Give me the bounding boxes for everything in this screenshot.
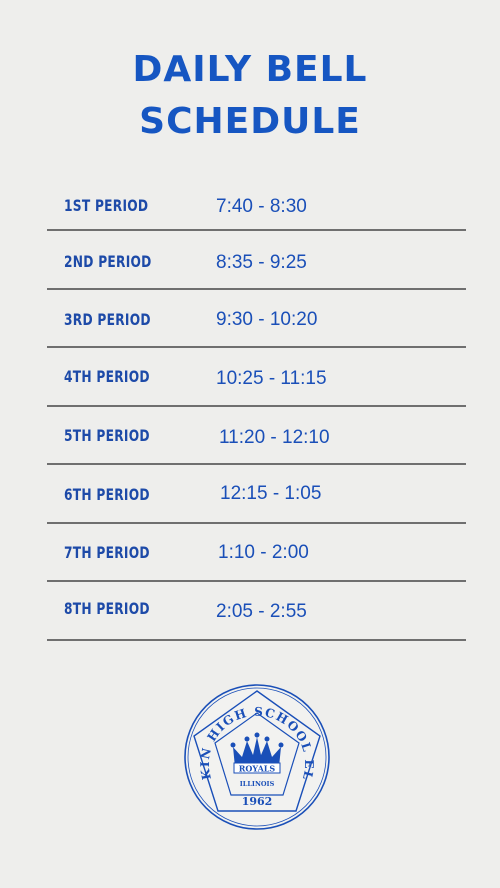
period-label: 6TH PERIOD (64, 485, 150, 504)
period-label: 8TH PERIOD (64, 599, 150, 618)
period-time: 11:20 - 12:10 (219, 427, 330, 448)
divider (47, 346, 466, 348)
period-time: 8:35 - 9:25 (216, 252, 307, 273)
seal-year-text: 1962 (242, 795, 273, 808)
divider (47, 463, 466, 465)
period-row: 8TH PERIOD 2:05 - 2:55 (47, 583, 466, 641)
divider (47, 580, 466, 582)
period-row: 1ST PERIOD 7:40 - 8:30 (47, 176, 466, 234)
page-title-line-1: DAILY BELL (132, 49, 368, 90)
period-time: 7:40 - 8:30 (216, 196, 307, 217)
period-label: 4TH PERIOD (64, 367, 150, 386)
period-label: 2ND PERIOD (64, 252, 152, 271)
page-title-line-2: SCHEDULE (139, 101, 361, 142)
divider (47, 288, 466, 290)
school-seal-logo: LARKIN HIGH SCHOOL ELGIN ROYALS ILLINOIS… (183, 683, 330, 830)
period-row: 6TH PERIOD 12:15 - 1:05 (47, 467, 466, 525)
period-label: 1ST PERIOD (64, 196, 149, 215)
period-time: 12:15 - 1:05 (220, 483, 322, 504)
period-row: 4TH PERIOD 10:25 - 11:15 (47, 349, 466, 407)
divider (47, 639, 466, 641)
period-row: 2ND PERIOD 8:35 - 9:25 (47, 233, 466, 291)
divider (47, 405, 466, 407)
period-time: 9:30 - 10:20 (216, 309, 318, 330)
seal-banner-text: ROYALS (239, 764, 276, 774)
period-label: 3RD PERIOD (64, 310, 151, 329)
period-label: 5TH PERIOD (64, 426, 150, 445)
period-label: 7TH PERIOD (64, 543, 150, 562)
period-time: 2:05 - 2:55 (216, 601, 307, 622)
period-row: 3RD PERIOD 9:30 - 10:20 (47, 291, 466, 349)
divider (47, 522, 466, 524)
divider (47, 229, 466, 231)
seal-state-text: ILLINOIS (240, 780, 275, 788)
period-row: 7TH PERIOD 1:10 - 2:00 (47, 525, 466, 583)
period-row: 5TH PERIOD 11:20 - 12:10 (47, 408, 466, 466)
period-time: 10:25 - 11:15 (216, 368, 327, 389)
period-time: 1:10 - 2:00 (218, 542, 309, 563)
